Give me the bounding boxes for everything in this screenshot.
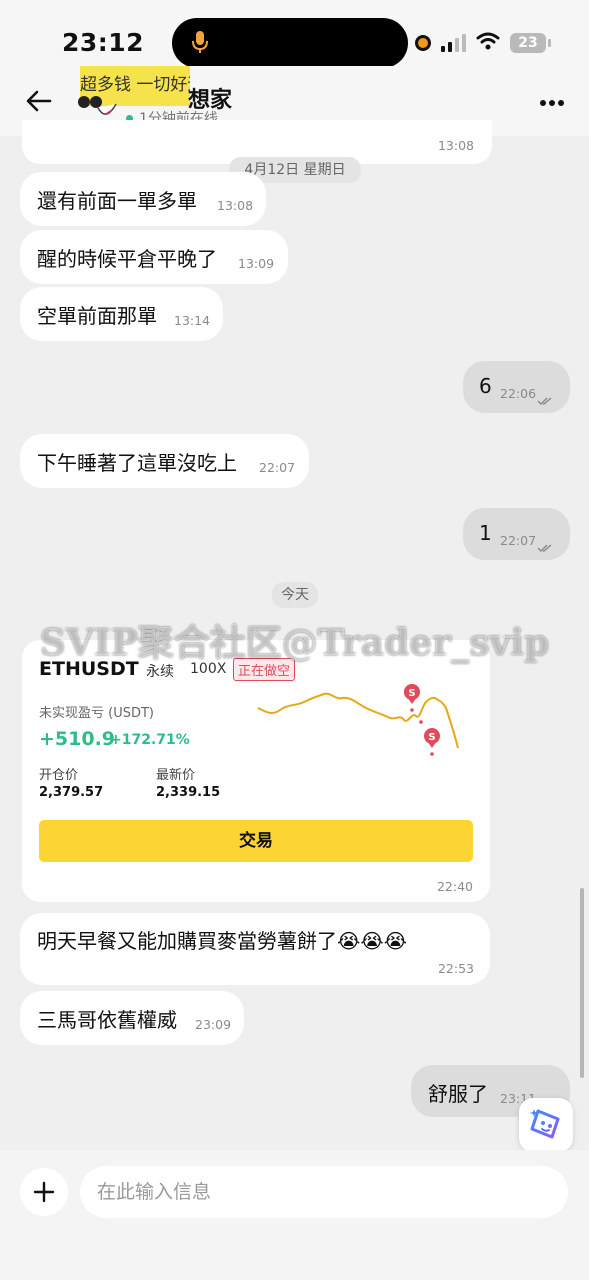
- price-sparkline: S S: [258, 684, 459, 756]
- leverage: 100X: [190, 661, 227, 677]
- marker-label: S: [428, 732, 435, 743]
- message-text: 醒的時候平倉平晚了: [37, 247, 217, 271]
- message-bubble-incoming[interactable]: 三馬哥依舊權威 23:09: [20, 991, 244, 1045]
- message-bubble-incoming[interactable]: 還有前面一單多單 13:08: [20, 172, 266, 226]
- message-time: 22:07: [500, 533, 537, 548]
- message-bubble-incoming[interactable]: 醒的時候平倉平晚了 13:09: [20, 230, 288, 284]
- back-arrow-icon[interactable]: [26, 86, 52, 119]
- message-bubble-outgoing[interactable]: 6 22:06: [463, 361, 570, 413]
- dynamic-island: [172, 18, 408, 68]
- scrollbar[interactable]: [580, 888, 584, 1078]
- last-price-value: 2,339.15: [156, 785, 221, 800]
- roe-value: +172.71%: [110, 732, 190, 748]
- message-text: 下午睡著了這單沒吃上: [37, 451, 237, 475]
- marker-label: S: [408, 688, 415, 699]
- message-text: 1: [479, 521, 492, 545]
- message-input-bar: [0, 1150, 589, 1280]
- message-text: 還有前面一單多單: [37, 189, 197, 213]
- more-options-icon[interactable]: [539, 84, 565, 114]
- battery-icon: 23: [510, 33, 551, 53]
- message-time: 23:09: [195, 1017, 232, 1032]
- sell-marker-icon: S: [424, 728, 440, 756]
- status-time: 23:12: [62, 28, 145, 57]
- message-time: 22:06: [500, 386, 537, 401]
- message-time: 13:08: [217, 198, 254, 213]
- message-bubble-incoming[interactable]: 明天早餐又能加購買麥當勞薯餅了😭😭😭 22:53: [20, 913, 490, 985]
- entry-price-value: 2,379.57: [39, 785, 104, 800]
- message-text: 舒服了: [428, 1082, 488, 1106]
- trade-button[interactable]: 交易: [39, 820, 473, 862]
- message-time: 13:14: [174, 313, 211, 328]
- message-time: 13:09: [238, 256, 275, 271]
- message-bubble-incoming[interactable]: 下午睡著了這單沒吃上 22:07: [20, 434, 309, 488]
- message-text: 三馬哥依舊權威: [37, 1008, 177, 1032]
- unrealized-pnl-value: +510.9: [39, 728, 116, 750]
- wifi-icon: [476, 32, 500, 54]
- message-time: 22:40: [436, 879, 473, 894]
- message-text: 空單前面那單: [37, 304, 157, 328]
- sell-marker-icon: S: [403, 684, 423, 724]
- recording-indicator-icon: [415, 35, 431, 51]
- message-time: 13:08: [437, 138, 474, 153]
- message-text: 明天早餐又能加購買麥當勞薯餅了😭😭😭: [37, 929, 408, 953]
- message-input[interactable]: [80, 1166, 568, 1218]
- read-double-check-icon: [537, 387, 553, 411]
- date-divider: 今天: [272, 582, 318, 608]
- last-price-label: 最新价: [156, 768, 196, 783]
- message-time: 22:53: [437, 961, 474, 976]
- message-bubble-outgoing[interactable]: 1 22:07: [463, 508, 570, 560]
- entry-price-label: 开仓价: [39, 768, 79, 783]
- ai-assistant-icon: [528, 1105, 564, 1145]
- message-text: 6: [479, 374, 492, 398]
- add-attachment-button[interactable]: [20, 1168, 68, 1216]
- futures-position-card[interactable]: ETHUSDT 永续 100X 正在做空 未实现盈亏 (USDT) +510.9…: [22, 640, 490, 902]
- microphone-icon: [192, 30, 208, 60]
- plus-icon: [33, 1181, 55, 1203]
- message-bubble-incoming[interactable]: 空單前面那單 13:14: [20, 287, 223, 341]
- trading-pair: ETHUSDT: [39, 658, 139, 680]
- ai-assistant-button[interactable]: [519, 1098, 573, 1152]
- contract-type: 永续: [146, 664, 174, 680]
- read-double-check-icon: [537, 534, 553, 558]
- message-time: 22:07: [259, 460, 296, 475]
- cellular-signal-icon: [441, 34, 466, 52]
- unrealized-pnl-label: 未实现盈亏 (USDT): [39, 706, 154, 721]
